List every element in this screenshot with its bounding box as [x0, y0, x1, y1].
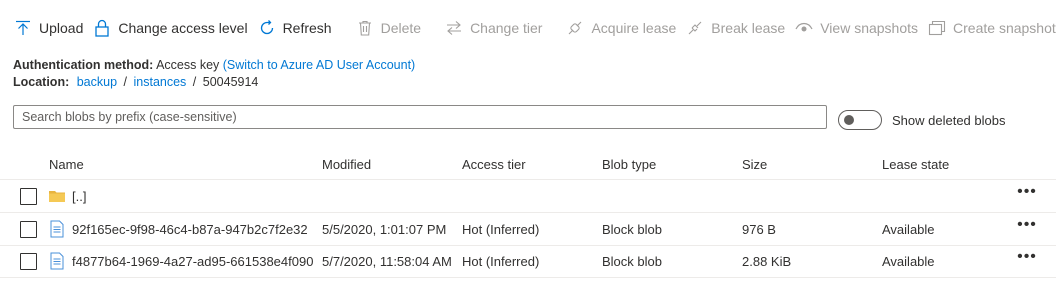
file-icon: [48, 220, 66, 238]
row-modified: 5/5/2020, 1:01:07 PM: [322, 222, 447, 237]
acquire-lease-label: Acquire lease: [591, 20, 677, 36]
table-header: Name Modified Access tier Blob type Size…: [0, 150, 1056, 180]
more-actions-button[interactable]: •••: [1016, 249, 1038, 269]
show-deleted-blobs-toggle[interactable]: [838, 110, 882, 130]
row-lease-state: Available: [882, 254, 935, 269]
row-modified: 5/7/2020, 11:58:04 AM: [322, 254, 452, 269]
auth-method-value: Access key: [156, 58, 220, 72]
acquire-lease-button[interactable]: Acquire lease: [564, 14, 684, 42]
file-icon: [48, 252, 66, 270]
location-breadcrumb: Location: backup / instances / 50045914: [13, 75, 258, 89]
breadcrumb-instances[interactable]: instances: [134, 75, 187, 89]
row-name[interactable]: 92f165ec-9f98-46c4-b87a-947b2c7f2e32: [72, 222, 308, 237]
table-row[interactable]: f4877b64-1969-4a27-ad95-661538e4f090 5/7…: [0, 246, 1056, 278]
switch-to-azure-ad-link[interactable]: (Switch to Azure AD User Account): [223, 58, 415, 72]
location-label: Location:: [13, 75, 70, 89]
row-blob-type: Block blob: [602, 254, 662, 269]
row-size: 2.88 KiB: [742, 254, 792, 269]
trash-icon: [356, 19, 374, 37]
row-checkbox[interactable]: [20, 188, 37, 205]
breadcrumb-separator: /: [123, 75, 128, 89]
authentication-method-line: Authentication method: Access key (Switc…: [13, 58, 415, 72]
break-lease-button[interactable]: Break lease: [684, 14, 793, 42]
table-row[interactable]: 92f165ec-9f98-46c4-b87a-947b2c7f2e32 5/5…: [0, 214, 1056, 246]
more-actions-button[interactable]: •••: [1016, 184, 1038, 204]
change-tier-label: Change tier: [470, 20, 543, 36]
delete-label: Delete: [380, 20, 422, 36]
link-icon: [566, 19, 584, 37]
change-access-level-label: Change access level: [118, 20, 248, 36]
row-checkbox[interactable]: [20, 253, 37, 270]
breadcrumb-backup[interactable]: backup: [77, 75, 117, 89]
command-bar: Upload Change access level Refresh Delet…: [0, 14, 1056, 42]
folder-icon: [48, 187, 66, 205]
refresh-button[interactable]: Refresh: [256, 14, 340, 42]
swap-arrows-icon: [445, 19, 463, 37]
toggle-knob: [844, 115, 854, 125]
eye-icon: [795, 19, 813, 37]
refresh-icon: [258, 19, 276, 37]
column-header-modified[interactable]: Modified: [322, 157, 371, 172]
view-snapshots-button[interactable]: View snapshots: [793, 14, 926, 42]
search-blobs-input[interactable]: [13, 105, 827, 129]
column-header-size[interactable]: Size: [742, 157, 767, 172]
upload-icon: [14, 19, 32, 37]
broken-link-icon: [686, 19, 704, 37]
refresh-label: Refresh: [282, 20, 332, 36]
row-checkbox[interactable]: [20, 221, 37, 238]
upload-button[interactable]: Upload: [12, 14, 91, 42]
more-actions-button[interactable]: •••: [1016, 217, 1038, 237]
upload-label: Upload: [39, 20, 84, 36]
create-snapshot-label: Create snapshot: [953, 20, 1056, 36]
lock-icon: [93, 19, 111, 37]
view-snapshots-label: View snapshots: [820, 20, 919, 36]
column-header-blob-type[interactable]: Blob type: [602, 157, 656, 172]
change-access-level-button[interactable]: Change access level: [91, 14, 255, 42]
breadcrumb-current: 50045914: [202, 75, 259, 89]
table-row-parent-folder[interactable]: [..] •••: [0, 181, 1056, 213]
change-tier-button[interactable]: Change tier: [443, 14, 550, 42]
break-lease-label: Break lease: [711, 20, 786, 36]
column-header-name[interactable]: Name: [49, 157, 84, 172]
row-name[interactable]: f4877b64-1969-4a27-ad95-661538e4f090: [72, 254, 313, 269]
show-deleted-blobs-label: Show deleted blobs: [892, 113, 1006, 128]
column-header-access-tier[interactable]: Access tier: [462, 157, 526, 172]
breadcrumb-separator: /: [192, 75, 197, 89]
create-snapshot-button[interactable]: Create snapshot: [926, 14, 1056, 42]
row-access-tier: Hot (Inferred): [462, 222, 540, 237]
column-header-lease-state[interactable]: Lease state: [882, 157, 949, 172]
delete-button[interactable]: Delete: [354, 14, 429, 42]
row-lease-state: Available: [882, 222, 935, 237]
auth-method-label: Authentication method:: [13, 58, 154, 72]
row-blob-type: Block blob: [602, 222, 662, 237]
row-access-tier: Hot (Inferred): [462, 254, 540, 269]
row-name[interactable]: [..]: [72, 189, 86, 204]
snapshot-icon: [928, 19, 946, 37]
row-size: 976 B: [742, 222, 776, 237]
